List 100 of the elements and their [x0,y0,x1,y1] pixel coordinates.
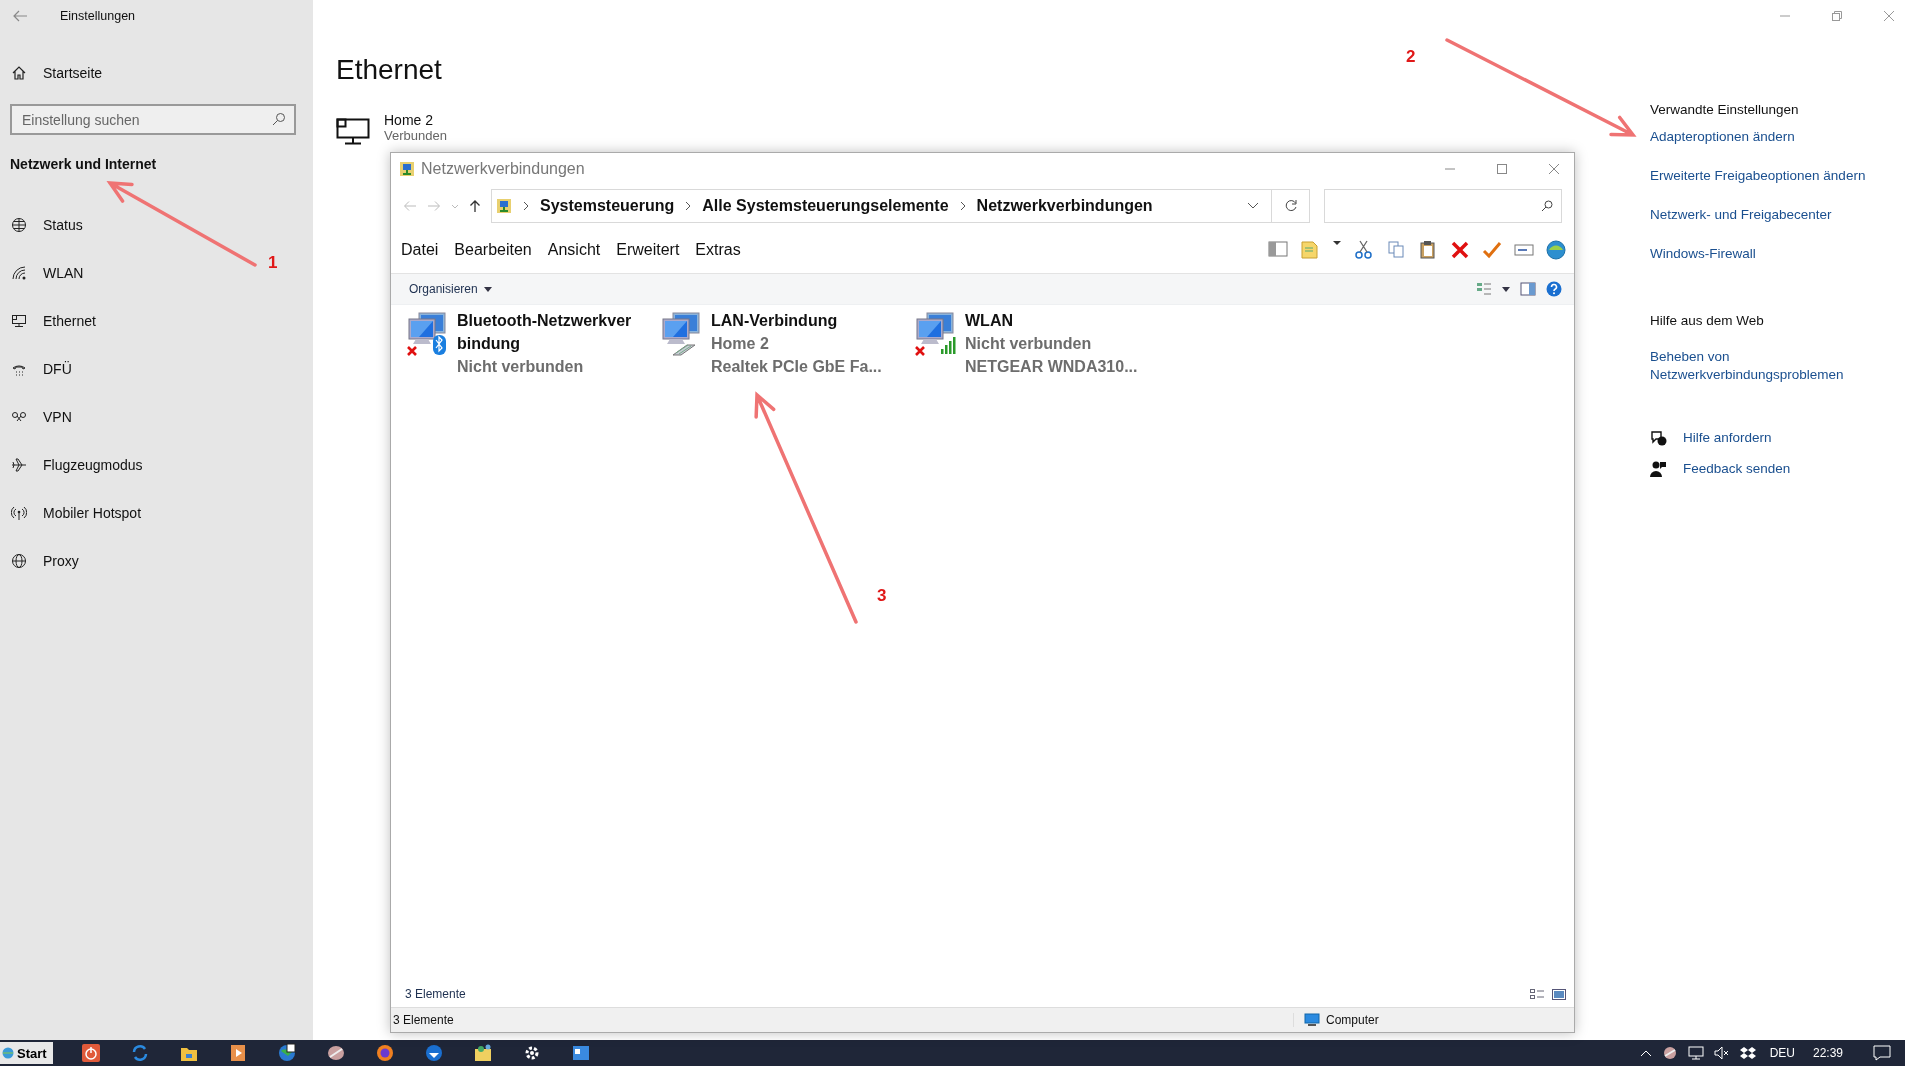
search-icon[interactable] [272,112,286,126]
status-location: Computer [1326,1013,1379,1027]
section-heading: Netzwerk und Internet [10,156,157,174]
browser-icon[interactable] [375,1043,396,1063]
dropdown-caret-icon[interactable] [1247,202,1259,210]
adapter-name: Bluetooth-Netzwerkverbindung [457,311,633,354]
annotation-number: 2 [1406,47,1416,66]
language-indicator[interactable]: DEU [1769,1046,1795,1060]
close-icon[interactable] [1883,10,1895,22]
support-link[interactable]: Feedback senden [1683,461,1791,476]
connection-name: Home 2 [384,112,435,128]
settings-link[interactable]: Adapteroptionen ändern [1650,129,1795,144]
support-link[interactable]: Hilfe anfordern [1683,430,1772,445]
breadcrumb[interactable]: Alle Systemsteuerungselemente [702,197,949,215]
maximize-icon[interactable] [1496,163,1508,175]
caret-icon [483,286,492,292]
section-heading: Hilfe aus dem Web [1650,313,1764,328]
network-adapter-item[interactable]: Bluetooth-Netzwerkverbindung Nicht verbunden [405,309,653,378]
chevron-icon [684,201,693,211]
computer-icon [1304,1013,1320,1027]
nav-item[interactable]: Ethernet [10,297,100,345]
preview-pane-icon[interactable] [1520,282,1536,296]
scissors-icon[interactable] [1354,240,1374,260]
menu-item[interactable]: Datei [401,241,439,259]
search-field[interactable]: Einstellung suchen [10,104,296,135]
wifi-icon [11,265,27,281]
menu-item[interactable]: Ansicht [547,241,601,259]
network-folder-icon [399,161,415,177]
feedback-icon [1650,461,1667,478]
settings-link[interactable]: Windows-Firewall [1650,246,1756,261]
notification-icon[interactable] [1873,1045,1891,1061]
adapter-status: Nicht verbunden [965,334,1093,354]
settings-link[interactable]: Netzwerk- und Freigabecenter [1650,207,1832,222]
details-view-icon[interactable] [1530,988,1544,1000]
refresh-icon [1283,199,1298,213]
globe-icon [11,553,27,569]
pane-icon[interactable] [1268,240,1288,260]
folder-icon[interactable] [473,1043,494,1063]
nav-item[interactable]: Mobiler Hotspot [10,489,146,537]
adapter-status: Nicht verbunden [457,357,585,377]
clock[interactable]: 22:39 [1812,1046,1843,1060]
adapter-status: Home 2 [711,334,770,354]
settings-link[interactable]: Beheben von Netzwerkverbindungsproblemen [1650,348,1850,384]
connection-status: Verbunden [384,128,447,143]
status-text: 3 Elemente [393,1013,454,1027]
ethernet-icon [336,118,370,146]
breadcrumb[interactable]: Netzwerkverbindungen [976,197,1153,215]
annotation-number: 1 [268,253,278,272]
nav-item[interactable]: Status [10,201,87,249]
close-icon[interactable] [1548,163,1560,175]
nav-item[interactable]: Flugzeugmodus [10,441,147,489]
globe-icon [2,1047,14,1059]
adapter-device: NETGEAR WNDA310... [965,357,1139,377]
adapter-name: LAN-Verbindung [711,311,839,331]
caret-icon[interactable] [1502,286,1510,292]
restore-icon[interactable] [1831,10,1843,22]
organize-button[interactable]: Organisieren [409,282,492,296]
help-icon[interactable] [1546,281,1562,297]
menu-item[interactable]: Extras [695,241,741,259]
airplane-icon [11,457,27,473]
tiles-view-icon[interactable] [1552,988,1566,1000]
network-adapter-item[interactable]: WLAN Nicht verbunden NETGEAR WNDA310... [913,309,1161,378]
nav-item[interactable]: WLAN [10,249,88,297]
mail-icon[interactable] [424,1043,445,1063]
search-icon [1541,200,1553,212]
nav-item[interactable]: DFÜ [10,345,76,393]
start-button[interactable]: Start [0,1042,53,1064]
clipboard-icon[interactable] [1418,240,1438,260]
settings-link[interactable]: Erweiterte Freigabeoptionen ändern [1650,168,1866,183]
section-heading: Verwandte Einstellungen [1650,102,1799,117]
power-icon[interactable] [81,1043,102,1063]
menu-item[interactable]: Erweitert [616,241,680,259]
breadcrumb[interactable]: Systemsteuerung [540,197,675,215]
annotation-number: 3 [877,586,887,605]
refresh-button[interactable] [1272,189,1310,223]
chevron-icon [958,201,967,211]
delete-icon[interactable] [1450,240,1470,260]
chevron-icon [522,201,530,211]
checkmark-icon[interactable] [1482,240,1502,260]
muted-speaker-icon[interactable] [1713,1046,1730,1060]
item-count: 3 Elemente [405,987,466,1001]
globe-icon[interactable] [277,1043,298,1063]
nav-item[interactable]: Proxy [10,537,83,585]
window-title: Netzwerkverbindungen [421,160,585,178]
globe-icon [11,217,27,233]
network-icon[interactable] [1687,1046,1704,1060]
up-arrow-icon[interactable] [469,199,481,213]
page-title: Ethernet [336,54,442,87]
back-arrow-icon[interactable] [12,9,28,23]
address-bar[interactable]: Systemsteuerung Alle Systemsteuerungselemente Netzwerkverbindungen [491,189,1272,223]
help-chat-icon [1650,430,1667,447]
nav-item[interactable]: VPN [10,393,76,441]
home-link[interactable]: Startseite [10,49,107,97]
network-adapter-item[interactable]: LAN-Verbindung Home 2 Realtek PCIe GbE Fa... [659,309,907,378]
window-title: Einstellungen [60,9,136,23]
adapter-name: WLAN [965,311,1014,331]
menu-item[interactable]: Bearbeiten [454,241,532,259]
adapter-device: Realtek PCIe GbE Fa... [711,357,883,377]
control-panel-icon[interactable] [571,1043,592,1063]
chevron-up-icon[interactable] [1639,1049,1652,1057]
